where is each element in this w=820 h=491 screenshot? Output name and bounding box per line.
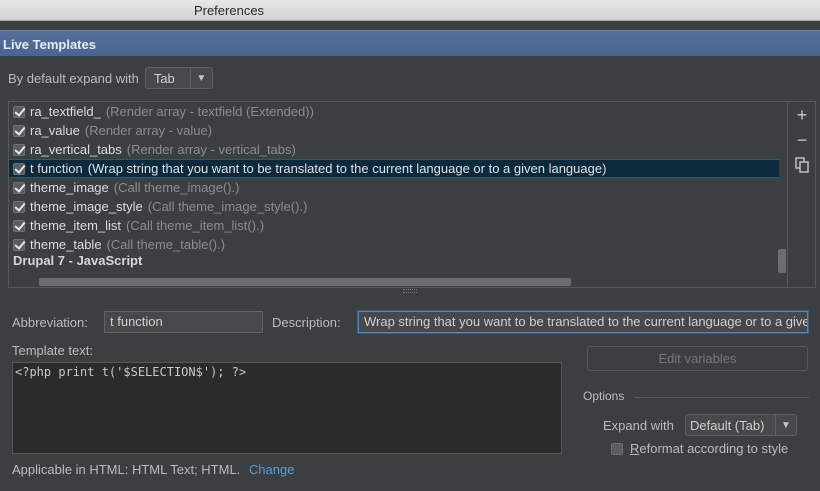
default-expand-value: Tab [153,70,175,86]
template-enabled-checkbox[interactable] [13,200,25,213]
tree-row-template[interactable]: ra_value (Render array - value) [9,121,779,140]
template-description: (Render array - value) [84,123,213,138]
window-titlebar: Preferences [0,0,820,21]
change-context-link[interactable]: Change [249,462,295,477]
template-tools: + − [787,102,815,287]
options-divider [634,397,809,398]
vertical-scrollbar[interactable] [778,249,786,273]
tree-row-template[interactable]: theme_item_list (Call theme_item_list().) [9,216,779,235]
tree-row-template[interactable]: t function (Wrap string that you want to … [9,159,779,178]
section-header: Live Templates [0,30,820,57]
chevron-down-icon: ▼ [775,415,796,435]
tree-row-template[interactable]: ra_vertical_tabs (Render array - vertical… [9,140,779,159]
templates-tree[interactable]: ra_textfield_ (Render array - textfield (… [9,102,787,287]
expand-with-select[interactable]: Default (Tab) ▼ [685,414,797,436]
template-enabled-checkbox[interactable] [13,219,25,232]
template-enabled-checkbox[interactable] [13,143,25,156]
template-enabled-checkbox[interactable] [13,181,25,194]
reformat-label: Reformat according to style [630,441,789,456]
template-name: theme_item_list [30,218,122,233]
template-text-label: Template text: [12,343,93,358]
abbreviation-input[interactable]: t function [104,311,263,333]
horizontal-scrollbar[interactable] [39,278,571,286]
template-text-editor[interactable]: <?php print t('$SELECTION$'); ?> [12,362,562,454]
template-name: ra_textfield_ [30,104,101,119]
description-label: Description: [272,315,341,330]
expand-with-value: Default (Tab) [690,417,765,433]
template-description: (Render array - textfield (Extended)) [105,104,314,119]
chevron-down-icon: ▼ [189,68,212,88]
plus-icon[interactable]: + [793,106,811,124]
tree-row-template[interactable]: theme_image_style (Call theme_image_style… [9,197,779,216]
template-description: (Call theme_table().) [106,237,226,252]
template-name: theme_table [30,237,102,252]
tree-group-label[interactable]: Drupal 7 - JavaScript [13,253,142,268]
tree-row-template[interactable]: ra_textfield_ (Render array - textfield (… [9,102,779,121]
templates-tree-panel: ra_textfield_ (Render array - textfield (… [8,101,816,288]
template-description: (Call theme_image().) [113,180,240,195]
template-variable: $SELECTION$ [123,365,203,379]
template-description: (Render array - vertical_tabs) [126,142,296,157]
template-name: t function [30,161,83,176]
applicable-context: Applicable in HTML: HTML Text; HTML. Cha… [12,462,294,477]
default-expand-label: By default expand with [8,70,139,86]
expand-with-label: Expand with [603,418,674,433]
minus-icon[interactable]: − [793,131,811,149]
default-expand-row: By default expand with Tab ▼ [8,66,213,90]
tree-row-template[interactable]: theme_image (Call theme_image().) [9,178,779,197]
template-description: (Wrap string that you want to be transla… [87,161,607,176]
template-enabled-checkbox[interactable] [13,105,25,118]
window-title: Preferences [193,3,265,18]
options-title: Options [583,389,625,403]
reformat-option[interactable]: Reformat according to style [611,441,788,456]
applicable-text: Applicable in HTML: HTML Text; HTML. [12,462,241,477]
copy-icon[interactable] [793,156,811,174]
abbreviation-label: Abbreviation: [12,315,88,330]
template-enabled-checkbox[interactable] [13,124,25,137]
template-description: (Call theme_item_list().) [126,218,265,233]
template-name: ra_vertical_tabs [30,142,122,157]
template-description: (Call theme_image_style().) [147,199,308,214]
description-input[interactable]: Wrap string that you want to be translat… [358,311,808,333]
tree-row-template[interactable]: theme_table (Call theme_table().) [9,235,779,254]
edit-variables-button[interactable]: Edit variables [587,346,808,371]
default-expand-select[interactable]: Tab ▼ [144,67,213,89]
splitter-handle[interactable] [403,289,417,293]
template-name: theme_image_style [30,199,143,214]
template-name: theme_image [30,180,109,195]
template-code-prefix: <?php print t(' [15,365,124,379]
template-enabled-checkbox[interactable] [13,238,25,251]
reformat-checkbox[interactable] [611,442,623,455]
template-name: ra_value [30,123,80,138]
template-enabled-checkbox[interactable] [13,162,25,175]
template-code-suffix: '); ?> [202,365,247,379]
